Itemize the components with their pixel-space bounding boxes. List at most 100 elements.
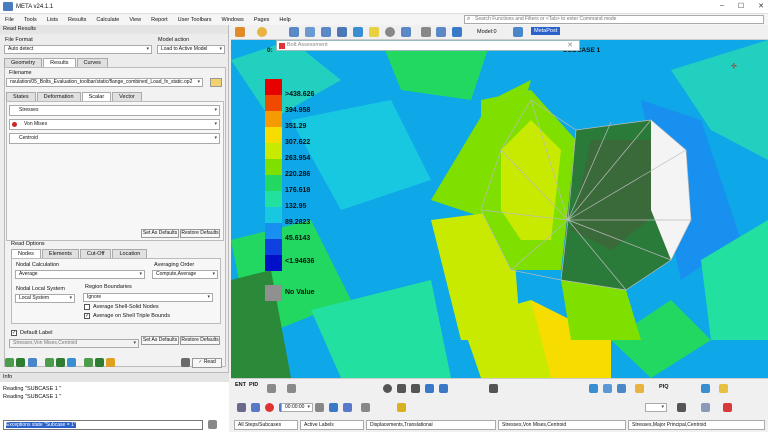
active-labels-combo[interactable]: Active Labels	[300, 420, 364, 430]
menu-user-toolbars[interactable]: User Toolbars	[173, 17, 217, 23]
stresses-principal-combo[interactable]: Stresses,Major Principal,Centroid	[628, 420, 765, 430]
steps-combo[interactable]	[645, 403, 667, 412]
link-icon[interactable]	[439, 384, 448, 393]
hand-icon[interactable]	[106, 358, 115, 367]
menu-calculate[interactable]: Calculate	[91, 17, 124, 23]
file-format-combo[interactable]: Auto detect	[4, 45, 152, 54]
tab-vector[interactable]: Vector	[112, 92, 142, 101]
set-defaults-button-2[interactable]: Set As Defaults	[141, 336, 179, 345]
cube-yellow-icon[interactable]	[719, 384, 728, 393]
avg-shell-solid-checkbox[interactable]	[84, 304, 90, 310]
pen-icon[interactable]	[383, 384, 392, 393]
display-icon[interactable]	[701, 384, 710, 393]
checkmark-icon-3[interactable]	[95, 358, 104, 367]
stop-icon[interactable]	[315, 403, 324, 412]
menu-report[interactable]: Report	[146, 17, 173, 23]
layers-icon[interactable]	[321, 27, 331, 37]
read-button[interactable]: ✓ Read	[192, 358, 222, 368]
steps-subcases-combo[interactable]: All Steps/Subcases	[234, 420, 298, 430]
search-input[interactable]: ⌕ Search Functions and Filters or <Tab> …	[464, 15, 764, 24]
nodal-calc-combo[interactable]: Average	[15, 270, 145, 279]
tab-nodes[interactable]: Nodes	[11, 249, 41, 258]
arrow-icon[interactable]	[489, 384, 498, 393]
open-folder-icon[interactable]	[210, 78, 222, 87]
window-icon[interactable]	[436, 27, 446, 37]
tab-elements[interactable]: Elements	[41, 249, 79, 258]
displacements-combo[interactable]: Displacements,Translational	[366, 420, 496, 430]
stresses-vonmises-combo[interactable]: Stresses,Von Mises,Centroid	[498, 420, 626, 430]
region-combo[interactable]: Ignore	[83, 293, 213, 302]
bolt-assessment-dialog[interactable]: Bolt Assessment ✕	[276, 40, 580, 51]
nodal-local-combo[interactable]: Local System	[15, 294, 75, 303]
active-tag[interactable]: MetaPost	[531, 27, 561, 35]
prev-frame-icon[interactable]	[251, 403, 260, 412]
scalar-vonmises-row[interactable]: Von Mises	[9, 119, 220, 130]
target-icon[interactable]	[385, 27, 395, 37]
ent-label[interactable]: ENT	[235, 382, 246, 388]
menu-results[interactable]: Results	[63, 17, 91, 23]
dialog-close-icon[interactable]: ✕	[567, 41, 573, 50]
light-icon[interactable]	[369, 27, 379, 37]
record-icon[interactable]	[265, 403, 274, 412]
default-label-field[interactable]: Stresses,Von Mises,Centroid	[9, 339, 139, 348]
sphere-icon[interactable]	[257, 27, 267, 37]
time-field[interactable]: 00:00:00	[281, 403, 313, 412]
rho-icon[interactable]	[677, 403, 686, 412]
swap-icon[interactable]	[181, 358, 190, 367]
cube-solid-icon[interactable]	[589, 384, 598, 393]
first-frame-icon[interactable]	[237, 403, 246, 412]
timer-icon[interactable]	[397, 403, 406, 412]
avg-shell-triple-checkbox[interactable]: ✓	[84, 313, 90, 319]
filename-field[interactable]: nsulation/05_Bolts_Evaluation_toolbar/st…	[6, 78, 203, 87]
filter-icon[interactable]	[425, 384, 434, 393]
view-icon[interactable]	[289, 27, 299, 37]
maximize-icon[interactable]: ☐	[738, 2, 744, 10]
menu-tools[interactable]: Tools	[19, 17, 42, 23]
tab-location[interactable]: Location	[112, 249, 148, 258]
menu-file[interactable]: File	[0, 17, 19, 23]
averaging-order-combo[interactable]: Compute,Average	[152, 270, 218, 279]
checkmark-icon-2[interactable]	[56, 358, 65, 367]
model-label[interactable]: Model:0	[477, 29, 497, 35]
cube-wire-icon[interactable]	[603, 384, 612, 393]
model-action-combo[interactable]: Load to Active Model	[157, 45, 225, 54]
last-frame-icon[interactable]	[343, 403, 352, 412]
menu-windows[interactable]: Windows	[217, 17, 249, 23]
set-defaults-button[interactable]: Set As Defaults	[141, 229, 179, 238]
pan-icon[interactable]	[452, 27, 462, 37]
tab-scalar[interactable]: Scalar	[81, 92, 112, 101]
add-check-icon-3[interactable]	[84, 358, 93, 367]
scalar-stresses-row[interactable]: Stresses	[9, 105, 220, 116]
minus-icon[interactable]	[411, 384, 420, 393]
page-icon[interactable]	[513, 27, 523, 37]
checkmark-icon[interactable]	[16, 358, 25, 367]
sun-icon[interactable]	[635, 384, 644, 393]
loop-icon[interactable]	[361, 403, 370, 412]
default-label-checkbox[interactable]: ✓	[11, 330, 17, 336]
plus-icon[interactable]	[397, 384, 406, 393]
grid-icon[interactable]	[337, 27, 347, 37]
play-icon[interactable]	[329, 403, 338, 412]
menu-pages[interactable]: Pages	[249, 17, 275, 23]
bar-icon[interactable]	[28, 358, 37, 367]
piq-label[interactable]: PIQ	[659, 384, 668, 390]
add-check-icon-2[interactable]	[45, 358, 54, 367]
select-icon[interactable]	[267, 384, 276, 393]
camera-icon[interactable]	[235, 27, 245, 37]
menu-lists[interactable]: Lists	[42, 17, 63, 23]
restore-defaults-button[interactable]: Restore Defaults	[180, 229, 220, 238]
command-input[interactable]: Exceptions state "Subcase = 1"	[3, 420, 203, 430]
cube-shade-icon[interactable]	[617, 384, 626, 393]
tab-deformation[interactable]: Deformation	[36, 92, 81, 101]
pid-label[interactable]: PID	[249, 382, 258, 388]
tab-geometry[interactable]: Geometry	[4, 58, 43, 67]
cube-view-icon[interactable]	[353, 27, 363, 37]
cube-icon[interactable]	[67, 358, 76, 367]
tab-cutoff[interactable]: Cut-Off	[79, 249, 112, 258]
restore-defaults-button-2[interactable]: Restore Defaults	[180, 336, 220, 345]
tab-states[interactable]: States	[6, 92, 36, 101]
database-icon[interactable]	[305, 27, 315, 37]
close-icon[interactable]: ✕	[758, 2, 764, 10]
box-select-icon[interactable]	[287, 384, 296, 393]
scalar-centroid-row[interactable]: Centroid	[9, 133, 220, 144]
